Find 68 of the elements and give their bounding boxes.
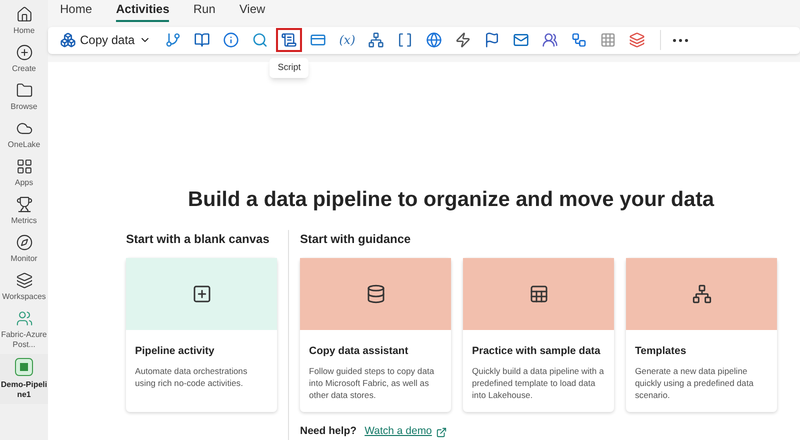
sidebar-item[interactable]: Fabric-AzurePost... (0, 306, 48, 354)
watch-demo-link[interactable]: Watch a demo (364, 424, 447, 440)
bolt-icon (455, 32, 472, 48)
sidebar-item[interactable]: Workspaces (0, 268, 48, 306)
sidebar-item[interactable]: Monitor (0, 230, 48, 268)
search-icon (252, 32, 268, 48)
option-card[interactable]: Practice with sample data Quickly build a data pipeline with a predefined template to load data into Lakehouse. (463, 258, 614, 412)
layers-icon (16, 272, 32, 289)
option-card[interactable]: Copy data assistant Follow guided steps to copy data into Microsoft Fabric, as well as other data stores. (300, 258, 451, 412)
section-title: Start with a blank canvas (126, 231, 270, 248)
option-card[interactable]: Templates Generate a new data pipeline quickly using a predefined data scenario. (626, 258, 777, 412)
card-title: Pipeline activity (134, 344, 216, 360)
grid-icon (600, 32, 616, 48)
card-icon (310, 32, 326, 48)
mail-icon (513, 32, 530, 48)
card-description: Generate a new data pipeline quickly using a predefined data scenario. (634, 365, 754, 401)
tooltip: Script (270, 58, 309, 78)
home-icon (16, 6, 32, 23)
pipeline-add-icon (192, 284, 212, 304)
diagram-icon (571, 32, 588, 48)
ribbon-tab[interactable]: Run (193, 0, 216, 22)
info-icon (223, 32, 240, 48)
toolbar-button[interactable] (276, 28, 302, 52)
copy-data-icon (60, 32, 76, 48)
plus-circle-icon (16, 44, 32, 61)
card-title: Copy data assistant (308, 344, 410, 360)
section-title: Start with guidance (300, 231, 412, 248)
branch-icon (165, 32, 182, 48)
layers-icon (629, 32, 646, 48)
sidebar-item[interactable]: Home (0, 2, 48, 40)
globe-icon (426, 32, 442, 48)
ribbon-tab[interactable]: Activities (116, 0, 170, 22)
option-card[interactable]: Pipeline activity Automate data orchestrations using rich no-code activities. (126, 258, 277, 412)
ribbon-tab[interactable]: Home (60, 0, 92, 22)
sidebar-item[interactable]: Demo-Pipeline1 (0, 354, 48, 404)
card-description: Automate data orchestrations using rich no-code activities. (134, 365, 248, 389)
ribbon-tab[interactable]: View (239, 0, 266, 22)
people-icon (16, 310, 32, 327)
trophy-icon (16, 196, 32, 213)
card-description: Quickly build a data pipeline with a predefined template to load data into Lakehouse. (471, 365, 605, 401)
template-icon (692, 284, 712, 304)
more-icon (672, 38, 688, 42)
scroll-icon (281, 32, 298, 48)
sidebar-item[interactable]: OneLake (0, 116, 48, 154)
pipeline-icon (15, 358, 33, 376)
notebook-icon (194, 32, 210, 48)
help-label: Need help? (300, 424, 357, 440)
flag-icon (484, 32, 500, 48)
sidebar-item[interactable]: Apps (0, 154, 48, 192)
toolbar-button[interactable]: (x) (334, 28, 360, 52)
database-icon (366, 284, 386, 304)
page-heading: Build a data pipeline to organize and move your data (186, 186, 716, 213)
flow-icon (368, 32, 384, 48)
table-icon (528, 284, 548, 304)
grid-icon (16, 158, 32, 175)
copy-data-button[interactable]: Copy data (60, 31, 151, 50)
external-link-icon (436, 426, 447, 438)
sidebar-item[interactable]: Browse (0, 78, 48, 116)
cloud-icon (16, 120, 32, 137)
sidebar-item[interactable]: Create (0, 40, 48, 78)
bracket-icon (397, 32, 414, 48)
sidebar-item[interactable]: Metrics (0, 192, 48, 230)
people-icon (542, 32, 558, 48)
card-title: Templates (634, 344, 688, 360)
card-title: Practice with sample data (471, 344, 602, 360)
compass-icon (16, 234, 32, 251)
card-description: Follow guided steps to copy data into Microsoft Fabric, as well as other data stores. (308, 365, 436, 401)
folder-icon (16, 82, 32, 99)
